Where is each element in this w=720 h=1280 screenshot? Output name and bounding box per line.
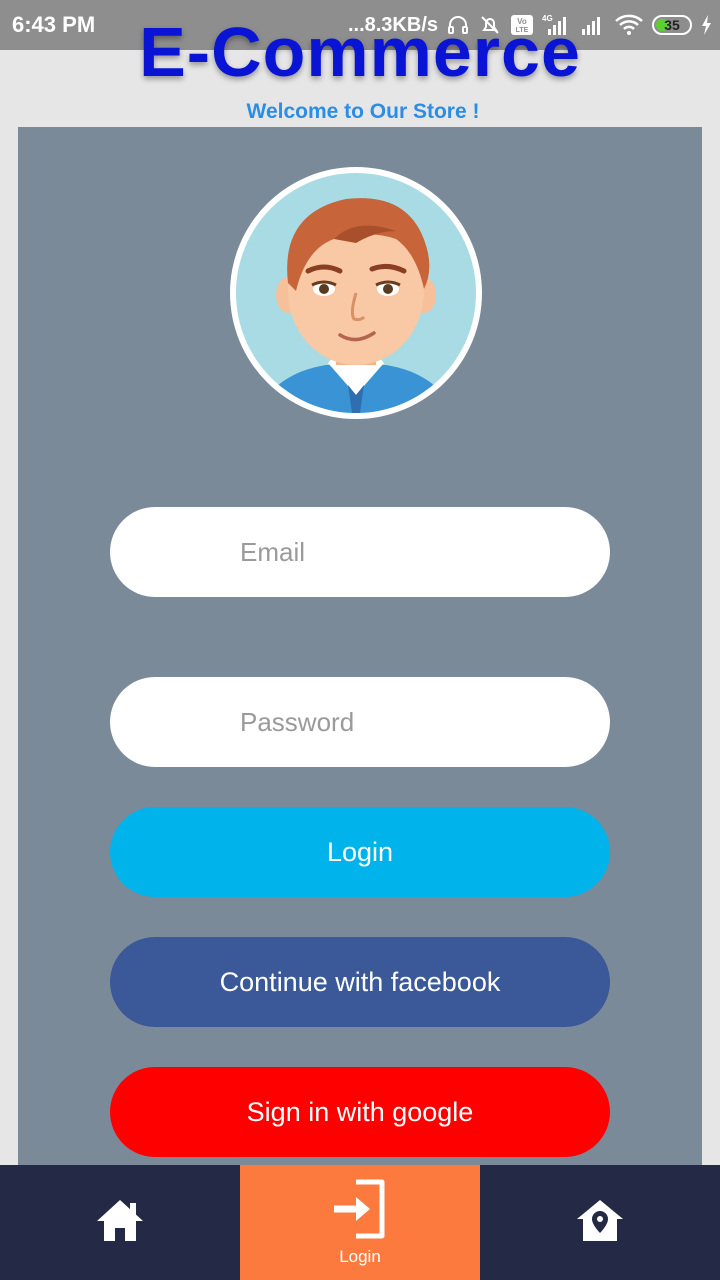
avatar [230,167,482,419]
nav-login[interactable]: Login [240,1165,480,1280]
avatar-illustration [236,173,476,413]
login-button[interactable]: Login [110,807,610,897]
google-button-label: Sign in with google [246,1096,474,1127]
app-title: E-Commerce [139,13,581,91]
login-icon [332,1178,388,1245]
email-field[interactable] [110,507,610,597]
facebook-button-label: Continue with facebook [219,966,501,997]
app-subtitle: Welcome to Our Store ! [246,100,480,123]
nav-location[interactable] [480,1165,720,1280]
bottom-nav: Login [0,1165,720,1280]
password-field[interactable] [110,677,610,767]
login-button-label: Login [326,836,394,867]
google-button[interactable]: Sign in with google [110,1067,610,1157]
home-icon [95,1197,145,1248]
nav-login-label: Login [339,1247,381,1266]
facebook-button[interactable]: Continue with facebook [110,937,610,1027]
nav-home[interactable] [0,1165,240,1280]
location-home-icon [575,1197,625,1248]
login-card: Login Continue with facebook Sign in wit… [18,127,702,1167]
